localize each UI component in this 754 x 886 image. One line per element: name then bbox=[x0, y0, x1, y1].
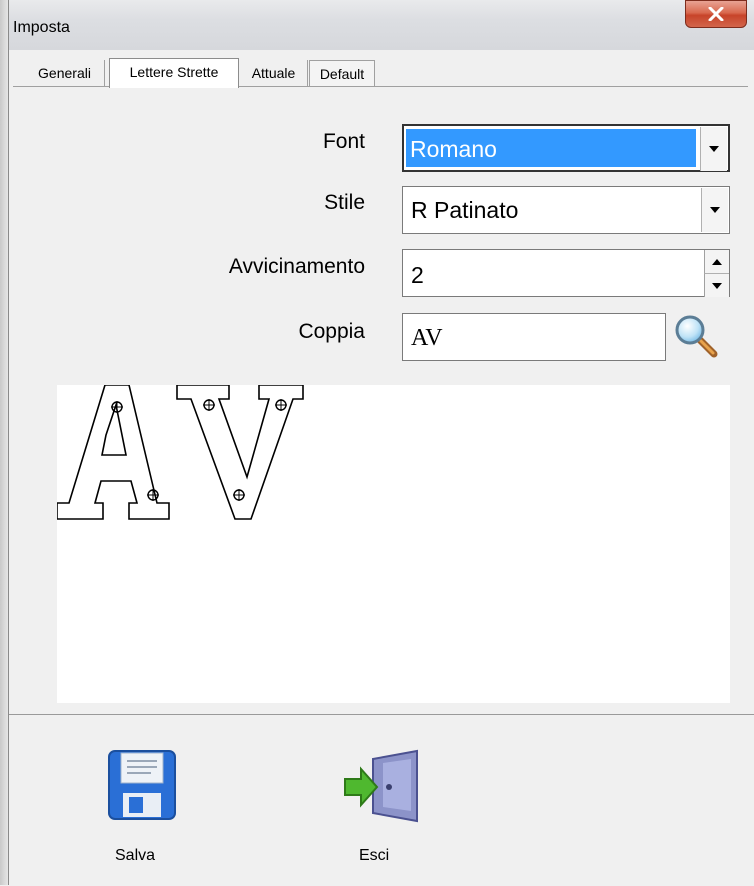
search-icon bbox=[675, 315, 718, 358]
font-label: Font bbox=[322, 130, 365, 153]
chevron-down-icon bbox=[709, 146, 719, 152]
tab-lettere-strette[interactable]: Lettere Strette bbox=[109, 58, 239, 88]
font-select[interactable]: Romano bbox=[402, 124, 730, 172]
arrow-up-icon bbox=[712, 258, 722, 265]
font-dropdown-arrow[interactable] bbox=[700, 127, 727, 171]
save-label: Salva bbox=[115, 847, 156, 864]
style-label: Stile bbox=[324, 191, 365, 214]
spin-down-button[interactable] bbox=[704, 273, 729, 297]
exit-label: Esci bbox=[359, 847, 390, 864]
spin-up-button[interactable] bbox=[704, 250, 729, 273]
search-button[interactable] bbox=[672, 312, 722, 362]
style-select[interactable]: R Patinato bbox=[402, 186, 730, 234]
preview-area bbox=[56, 384, 730, 703]
preview-glyphs bbox=[56, 384, 304, 520]
pair-label: Coppia bbox=[298, 320, 365, 343]
tab-attuale[interactable]: Attuale bbox=[240, 60, 308, 86]
font-select-value: Romano bbox=[410, 136, 497, 162]
tab-label: Attuale bbox=[251, 65, 296, 81]
exit-button[interactable]: Esci bbox=[341, 749, 431, 869]
tab-strip: Generali Lettere Strette Attuale Default bbox=[9, 58, 754, 88]
tab-label: Default bbox=[319, 66, 365, 82]
spacing-label: Avvicinamento bbox=[228, 255, 365, 278]
chevron-down-icon bbox=[710, 207, 720, 213]
arrow-down-icon bbox=[712, 282, 722, 289]
save-button[interactable]: Salva bbox=[99, 749, 189, 869]
style-select-value: R Patinato bbox=[411, 197, 519, 223]
tab-label: Lettere Strette bbox=[129, 64, 219, 80]
background-window-edge bbox=[0, 0, 8, 885]
pair-input[interactable]: AV bbox=[402, 313, 666, 361]
tab-generali[interactable]: Generali bbox=[25, 60, 105, 86]
pair-input-value: AV bbox=[411, 325, 443, 351]
tab-default[interactable]: Default bbox=[309, 60, 375, 86]
close-button[interactable] bbox=[685, 0, 747, 28]
style-dropdown-arrow[interactable] bbox=[701, 188, 728, 232]
spacing-value: 2 bbox=[411, 262, 424, 288]
title-bar: Imposta bbox=[9, 0, 754, 50]
floppy-disk-icon bbox=[108, 750, 176, 820]
tab-label: Generali bbox=[38, 65, 91, 81]
window-title: Imposta bbox=[13, 19, 70, 36]
spacing-spinner[interactable]: 2 bbox=[402, 249, 730, 297]
dialog-window: Imposta Generali Lettere Strette Attuale… bbox=[8, 0, 754, 886]
close-icon bbox=[708, 7, 724, 21]
action-bar: Salva Esci bbox=[9, 714, 754, 886]
door-exit-icon bbox=[344, 749, 418, 823]
